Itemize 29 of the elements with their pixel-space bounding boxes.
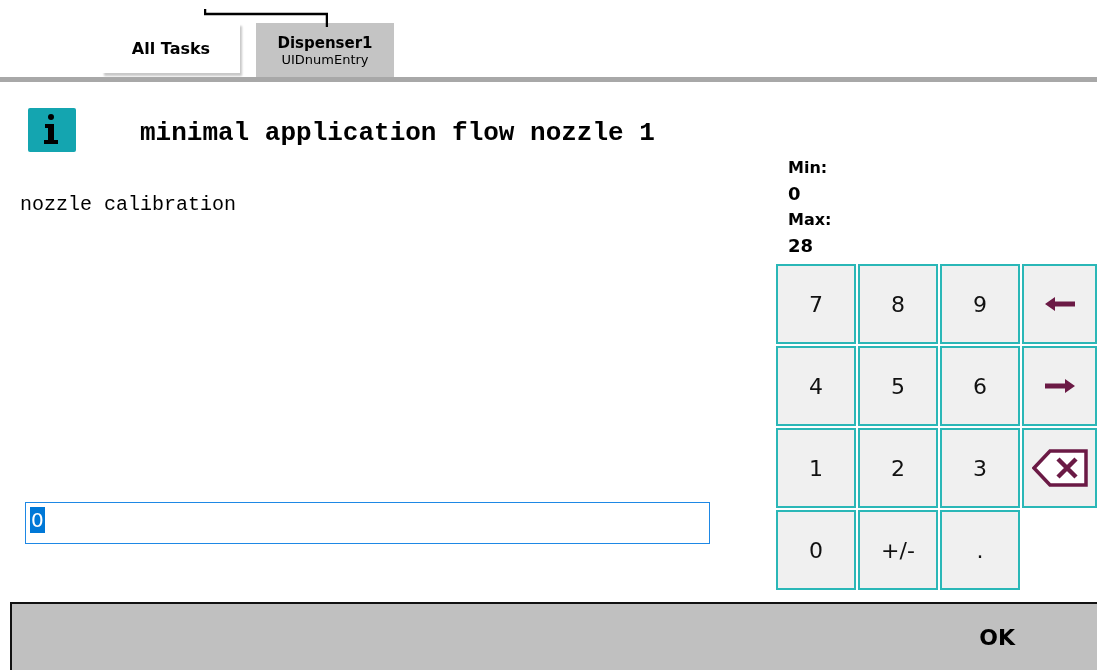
limit-value: 28 — [788, 234, 815, 258]
limit-value: 0 — [788, 182, 802, 206]
tab[interactable]: All Tasks — [102, 23, 240, 73]
keypad-key[interactable]: +/- — [858, 510, 938, 590]
dialog-title: minimal application flow nozzle 1 — [140, 118, 655, 148]
keypad-key[interactable]: 5 — [858, 346, 938, 426]
limit-label: Min: — [788, 157, 829, 179]
right-arrow-icon — [1044, 379, 1075, 393]
keypad-key[interactable]: 7 — [776, 264, 856, 344]
info-icon — [28, 108, 76, 152]
cursor-left-key[interactable] — [1022, 264, 1097, 344]
ok-button[interactable]: OK — [10, 602, 1097, 670]
number-input-field[interactable]: 0 — [25, 502, 710, 544]
keypad-key[interactable]: 9 — [940, 264, 1020, 344]
keypad-key[interactable]: 3 — [940, 428, 1020, 508]
backspace-key[interactable] — [1022, 428, 1097, 508]
keypad-key[interactable]: . — [940, 510, 1020, 590]
keypad-key[interactable]: 8 — [858, 264, 938, 344]
left-arrow-icon — [1044, 297, 1075, 311]
backspace-icon — [1031, 448, 1088, 488]
keypad-key[interactable]: 0 — [776, 510, 856, 590]
tab[interactable]: Dispenser1 UIDnumEntry — [256, 23, 394, 77]
limit-label: Max: — [788, 209, 833, 231]
keypad-key[interactable]: 2 — [858, 428, 938, 508]
cursor-right-key[interactable] — [1022, 346, 1097, 426]
keypad-key[interactable]: 4 — [776, 346, 856, 426]
keypad-key[interactable]: 1 — [776, 428, 856, 508]
keypad-key[interactable]: 6 — [940, 346, 1020, 426]
description-text: nozzle calibration — [20, 193, 237, 216]
